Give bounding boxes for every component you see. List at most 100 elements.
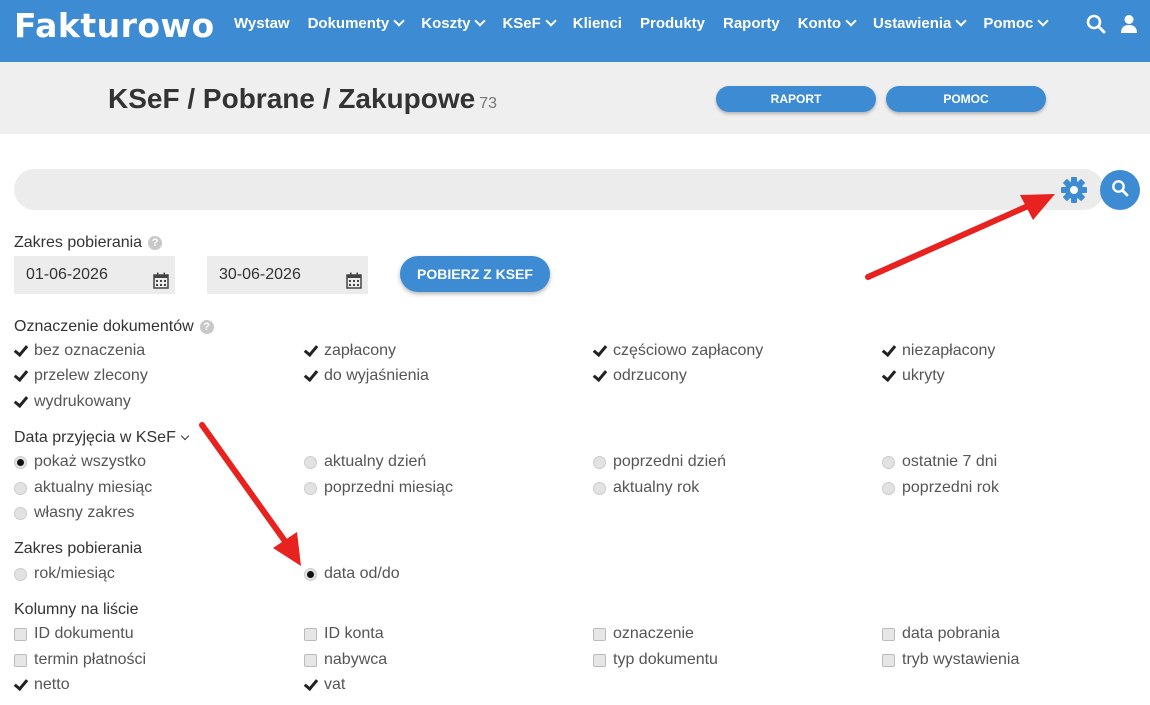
nav-item-klienci[interactable]: Klienci xyxy=(573,15,622,32)
radio-received[interactable]: poprzedni miesiąc xyxy=(304,479,453,497)
checkbox-columns[interactable]: typ dokumentu xyxy=(593,651,718,669)
pomoc-button[interactable]: POMOC xyxy=(886,86,1046,112)
checkbox-marking[interactable]: odrzucony xyxy=(593,367,687,385)
help-icon[interactable]: ? xyxy=(148,236,163,250)
radio-range_mode[interactable]: data od/do xyxy=(304,565,400,583)
main-menu: Wystaw Dokumenty Koszty KSeF Klienci Produkty… xyxy=(234,15,1065,32)
radio-received[interactable]: ostatnie 7 dni xyxy=(882,453,997,471)
calendar-icon[interactable] xyxy=(153,266,169,304)
fetch-from-ksef-button[interactable]: POBIERZ Z KSEF xyxy=(400,256,550,292)
option-label: wydrukowany xyxy=(34,393,131,410)
chevron-down-icon xyxy=(955,15,968,27)
checkbox-columns[interactable]: netto xyxy=(14,676,70,694)
radio-dot[interactable] xyxy=(882,481,895,495)
option-label: aktualny miesiąc xyxy=(34,479,153,496)
checkbox-box[interactable] xyxy=(14,370,27,383)
nav-item-raporty[interactable]: Raporty xyxy=(723,15,780,32)
checkbox-marking[interactable]: wydrukowany xyxy=(14,393,131,411)
received-date-toggle[interactable]: Data przyjęcia w KSeF xyxy=(14,429,190,447)
checkbox-columns[interactable]: nabywca xyxy=(304,651,387,669)
option-label: aktualny rok xyxy=(613,479,700,496)
checkbox-box[interactable] xyxy=(882,627,895,641)
radio-dot[interactable] xyxy=(304,455,317,469)
nav-item-ustawienia[interactable]: Ustawienia xyxy=(873,15,968,32)
app-logo[interactable]: Fakturowo xyxy=(14,6,215,45)
checkbox-box[interactable] xyxy=(882,345,895,358)
checkbox-columns[interactable]: termin płatności xyxy=(14,651,146,669)
radio-received[interactable]: aktualny miesiąc xyxy=(14,479,152,497)
option-label: do wyjaśnienia xyxy=(324,367,429,384)
option-label: tryb wystawienia xyxy=(902,651,1020,668)
option-label: bez oznaczenia xyxy=(34,342,146,359)
checkbox-marking[interactable]: częściowo zapłacony xyxy=(593,342,763,360)
checkbox-box[interactable] xyxy=(593,653,606,667)
checkbox-columns[interactable]: ID dokumentu xyxy=(14,625,134,643)
calendar-icon[interactable] xyxy=(346,266,362,304)
nav-item-wystaw[interactable]: Wystaw xyxy=(234,15,290,32)
checkbox-box[interactable] xyxy=(14,345,27,358)
checkbox-box[interactable] xyxy=(593,345,606,358)
radio-dot[interactable] xyxy=(593,455,606,469)
nav-item-ksef[interactable]: KSeF xyxy=(502,15,557,32)
nav-item-pomoc[interactable]: Pomoc xyxy=(983,15,1050,32)
radio-dot[interactable] xyxy=(14,481,27,495)
option-label: termin płatności xyxy=(34,651,147,668)
checkbox-box[interactable] xyxy=(14,396,27,409)
checkbox-box[interactable] xyxy=(14,653,27,667)
gear-icon[interactable] xyxy=(1060,176,1088,209)
radio-range_mode[interactable]: rok/miesiąc xyxy=(14,565,115,583)
checkbox-box[interactable] xyxy=(304,370,317,383)
radio-dot[interactable] xyxy=(882,455,895,469)
checkbox-marking[interactable]: bez oznaczenia xyxy=(14,342,145,360)
checkbox-marking[interactable]: ukryty xyxy=(882,367,945,385)
checkbox-columns[interactable]: ID konta xyxy=(304,625,384,643)
checkbox-box[interactable] xyxy=(14,679,27,692)
date-to-field[interactable]: 30-06-2026 xyxy=(207,256,368,294)
checkbox-columns[interactable]: tryb wystawienia xyxy=(882,651,1019,669)
checkbox-marking[interactable]: zapłacony xyxy=(304,342,396,360)
radio-received[interactable]: aktualny rok xyxy=(593,479,699,497)
checkbox-box[interactable] xyxy=(304,679,317,692)
checkbox-marking[interactable]: przelew zlecony xyxy=(14,367,148,385)
radio-received[interactable]: własny zakres xyxy=(14,504,134,522)
checkbox-box[interactable] xyxy=(882,653,895,667)
help-icon[interactable]: ? xyxy=(199,320,214,334)
date-from-field[interactable]: 01-06-2026 xyxy=(14,256,175,294)
nav-item-dokumenty[interactable]: Dokumenty xyxy=(308,15,405,32)
nav-item-koszty[interactable]: Koszty xyxy=(421,15,487,32)
checkbox-box[interactable] xyxy=(304,345,317,358)
option-label: oznaczenie xyxy=(613,625,694,642)
raport-button[interactable]: RAPORT xyxy=(716,86,876,112)
top-icons xyxy=(1086,14,1138,34)
checkbox-columns[interactable]: vat xyxy=(304,676,345,694)
document-count: 73 xyxy=(479,95,497,112)
radio-received[interactable]: pokaż wszystko xyxy=(14,453,146,471)
nav-item-konto[interactable]: Konto xyxy=(798,15,857,32)
radio-received[interactable]: poprzedni dzień xyxy=(593,453,726,471)
radio-dot[interactable] xyxy=(304,481,317,495)
search-input[interactable] xyxy=(14,169,1104,210)
user-icon[interactable] xyxy=(1120,14,1138,34)
search-button[interactable] xyxy=(1100,170,1140,210)
checkbox-columns[interactable]: oznaczenie xyxy=(593,625,694,643)
checkbox-box[interactable] xyxy=(593,370,606,383)
checkbox-marking[interactable]: do wyjaśnienia xyxy=(304,367,429,385)
checkbox-marking[interactable]: niezapłacony xyxy=(882,342,995,360)
search-icon[interactable] xyxy=(1086,14,1106,34)
radio-dot[interactable] xyxy=(14,567,27,581)
radio-dot[interactable] xyxy=(593,481,606,495)
radio-dot[interactable] xyxy=(304,567,317,581)
radio-received[interactable]: poprzedni rok xyxy=(882,479,999,497)
checkbox-box[interactable] xyxy=(304,627,317,641)
radio-dot[interactable] xyxy=(14,506,27,520)
checkbox-columns[interactable]: data pobrania xyxy=(882,625,1000,643)
radio-received[interactable]: aktualny dzień xyxy=(304,453,426,471)
radio-dot[interactable] xyxy=(14,455,27,469)
checkbox-box[interactable] xyxy=(882,370,895,383)
checkbox-box[interactable] xyxy=(14,627,27,641)
nav-item-produkty[interactable]: Produkty xyxy=(640,15,705,32)
option-label: data od/do xyxy=(324,565,400,582)
option-label: data pobrania xyxy=(902,625,1000,642)
checkbox-box[interactable] xyxy=(593,627,606,641)
checkbox-box[interactable] xyxy=(304,653,317,667)
